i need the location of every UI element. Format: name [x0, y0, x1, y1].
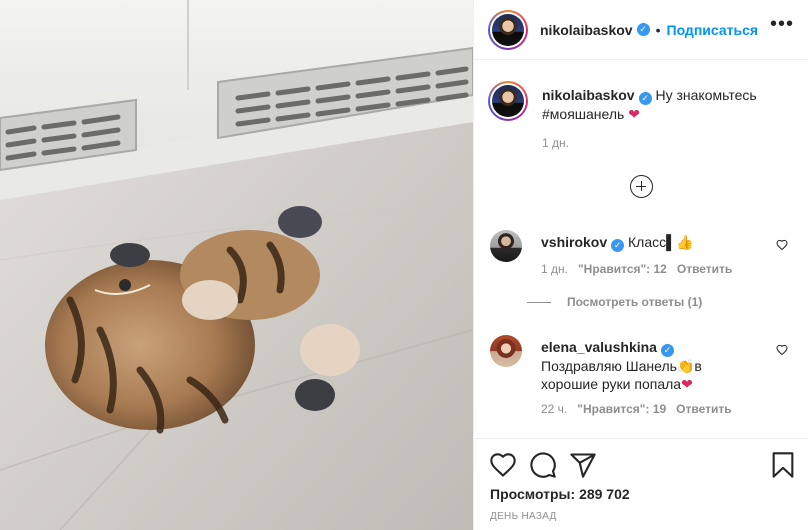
post-header: nikolaibaskov ✓ • Подписаться ••• — [474, 0, 808, 60]
reply-button[interactable]: Ответить — [677, 262, 732, 276]
bookmark-icon[interactable] — [769, 451, 797, 479]
comment-like-heart-icon[interactable] — [776, 344, 788, 356]
commenter-avatar[interactable] — [490, 335, 522, 367]
comment-icon[interactable] — [529, 451, 557, 479]
post-date: ДЕНЬ НАЗАД — [490, 511, 557, 522]
load-more-comments-icon[interactable] — [630, 175, 653, 198]
views-count: Просмотры: 289 702 — [490, 486, 630, 502]
comments-section: nikolaibaskov ✓ Ну знакомьтесь #мояшанель… — [474, 61, 808, 438]
share-icon[interactable] — [569, 451, 597, 479]
reply-button[interactable]: Ответить — [676, 402, 731, 416]
comment-likes[interactable]: "Нравится": 12 — [578, 262, 667, 276]
heart-icon[interactable] — [489, 451, 517, 479]
comment-likes[interactable]: "Нравится": 19 — [577, 402, 666, 416]
comment-time: 22 ч. — [541, 402, 568, 416]
commenter-username[interactable]: vshirokov — [541, 234, 607, 250]
views-label: Просмотры: — [490, 486, 576, 502]
post-media-video[interactable] — [0, 0, 473, 530]
comment-text-block: elena_valushkina ✓ Поздравляю Шанель👏в хо… — [541, 338, 756, 393]
views-value: 289 702 — [579, 486, 630, 502]
view-replies-label: Посмотреть ответы (1) — [567, 295, 703, 309]
caption-author-avatar[interactable] — [488, 81, 528, 121]
comment-time: 1 дн. — [541, 262, 568, 276]
caption-username[interactable]: nikolaibaskov — [542, 87, 635, 103]
post-panel: nikolaibaskov ✓ • Подписаться ••• nikola… — [473, 0, 808, 530]
comment-text-start: Поздравляю Шанель — [541, 358, 677, 374]
author-avatar[interactable] — [488, 9, 528, 50]
kitten-video-frame — [0, 0, 473, 530]
commenter-avatar[interactable] — [490, 230, 522, 262]
clap-emoji: 👏 — [676, 358, 695, 374]
commenter-username[interactable]: elena_valushkina — [541, 339, 657, 355]
caption-text-block: nikolaibaskov ✓ Ну знакомьтесь #мояшанель… — [542, 86, 782, 123]
comment-text-block: vshirokov ✓ Класс▌👍 — [541, 233, 756, 252]
verified-badge-icon: ✓ — [638, 92, 652, 105]
red-heart-emoji: ❤ — [681, 376, 693, 392]
caption-time: 1 дн. — [542, 136, 569, 150]
red-heart-emoji: ❤ — [628, 106, 640, 122]
verified-badge-icon: ✓ — [636, 23, 650, 36]
follow-button[interactable]: Подписаться — [667, 22, 759, 38]
view-replies-button[interactable]: Посмотреть ответы (1) — [527, 295, 702, 309]
comment-meta: 22 ч. "Нравится": 19 Ответить — [541, 402, 732, 416]
author-username[interactable]: nikolaibaskov — [540, 22, 633, 38]
verified-badge-icon: ✓ — [660, 344, 674, 357]
verified-badge-icon: ✓ — [611, 239, 625, 252]
comment-meta: 1 дн. "Нравится": 12 Ответить — [541, 262, 732, 276]
post-actions: Просмотры: 289 702 ДЕНЬ НАЗАД — [474, 438, 808, 530]
comment-text: Класс — [628, 234, 667, 250]
thumbs-up-emoji: ▌👍 — [666, 234, 694, 250]
more-options-icon[interactable]: ••• — [770, 14, 794, 34]
comment-like-heart-icon[interactable] — [776, 239, 788, 251]
separator-dot: • — [655, 21, 661, 38]
